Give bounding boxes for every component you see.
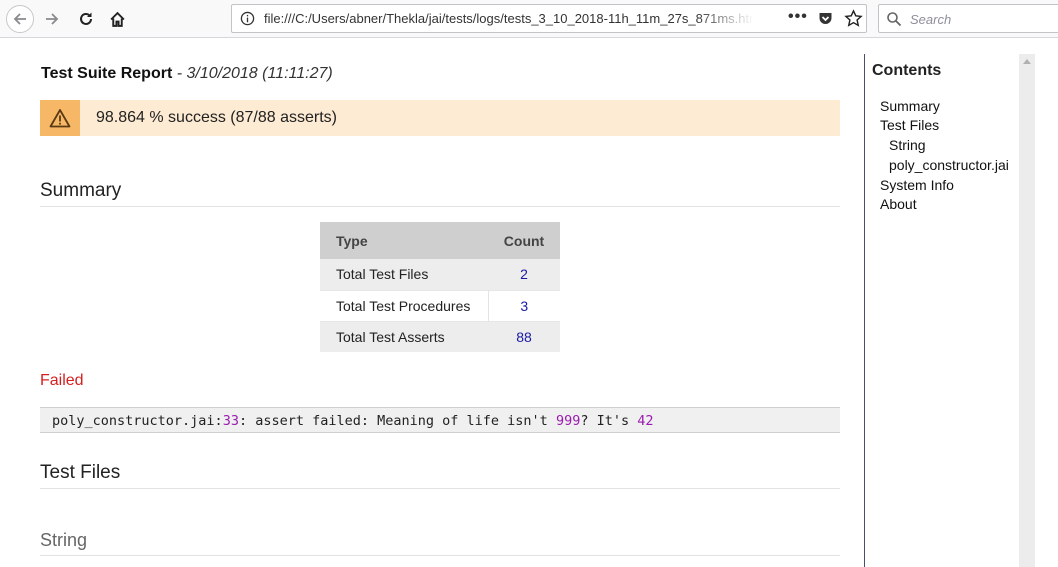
summary-heading: Summary xyxy=(40,180,840,207)
assert-file: poly_constructor.jai: xyxy=(52,413,223,429)
failed-assert-box: poly_constructor.jai:33: assert failed: … xyxy=(40,407,840,433)
url-bar[interactable]: file:///C:/Users/abner/Thekla/jai/tests/… xyxy=(231,4,867,33)
failed-assert-message: poly_constructor.jai:33: assert failed: … xyxy=(52,413,654,429)
assert-message: : assert failed: Meaning of life isn't xyxy=(238,413,556,429)
home-icon xyxy=(109,11,125,27)
string-heading: String xyxy=(40,530,840,556)
toc-link-string[interactable]: String xyxy=(889,137,926,153)
pocket-icon[interactable] xyxy=(817,11,834,27)
warning-icon-box xyxy=(40,100,80,136)
row-count: 88 xyxy=(488,321,560,352)
search-bar[interactable]: Search xyxy=(878,4,1058,33)
home-button[interactable] xyxy=(103,5,131,33)
info-icon[interactable] xyxy=(240,11,255,26)
failed-label: Failed xyxy=(40,372,84,389)
forward-button[interactable] xyxy=(38,5,66,33)
forward-arrow-icon xyxy=(46,13,59,25)
reload-button[interactable] xyxy=(72,5,100,33)
reload-icon xyxy=(80,12,92,25)
toc-link-poly-constructor[interactable]: poly_constructor.jai xyxy=(889,157,1009,173)
toc-link-test-files[interactable]: Test Files xyxy=(880,117,939,133)
search-icon xyxy=(887,12,902,27)
browser-toolbar: file:///C:/Users/abner/Thekla/jai/tests/… xyxy=(0,0,1058,38)
back-button[interactable] xyxy=(6,5,34,33)
table-row: Total Test Asserts 88 xyxy=(320,321,560,352)
assert-middle-text: ? It's xyxy=(580,413,638,429)
toc-link-about[interactable]: About xyxy=(880,196,917,212)
row-type: Total Test Procedures xyxy=(320,289,489,322)
test-files-heading: Test Files xyxy=(40,462,840,489)
scroll-up-arrow-icon[interactable] xyxy=(1023,59,1031,64)
row-type: Total Test Files xyxy=(320,259,488,290)
report-separator: - xyxy=(172,65,187,82)
scrollbar[interactable] xyxy=(1019,54,1035,567)
star-icon[interactable] xyxy=(844,9,863,28)
row-type: Total Test Asserts xyxy=(320,321,488,352)
warning-icon xyxy=(49,109,71,128)
report-title: Test Suite Report xyxy=(41,65,173,82)
url-text[interactable]: file:///C:/Users/abner/Thekla/jai/tests/… xyxy=(264,11,754,26)
assert-line-number: 33 xyxy=(222,413,239,429)
page-title: Test Suite Report - 3/10/2018 (11:11:27) xyxy=(41,65,333,83)
toc-link-system-info[interactable]: System Info xyxy=(880,177,954,193)
assert-actual-value: 42 xyxy=(637,413,654,429)
column-header-count: Count xyxy=(488,222,560,259)
success-banner: 98.864 % success (87/88 asserts) xyxy=(40,100,840,136)
search-placeholder[interactable]: Search xyxy=(910,12,951,27)
table-row: Total Test Files 2 xyxy=(320,259,560,290)
assert-expected-value: 999 xyxy=(555,413,581,429)
contents-sidebar: Contents Summary Test Files String poly_… xyxy=(864,54,1019,567)
page-actions-button[interactable]: ••• xyxy=(788,8,808,26)
row-count: 3 xyxy=(488,289,560,322)
table-header-row: Type Count xyxy=(320,222,560,259)
back-arrow-icon xyxy=(13,13,26,25)
contents-title: Contents xyxy=(872,62,942,79)
table-row: Total Test Procedures 3 xyxy=(320,289,560,322)
toc-link-summary[interactable]: Summary xyxy=(880,98,940,114)
row-count: 2 xyxy=(488,259,560,290)
summary-table: Type Count Total Test Files 2 Total Test… xyxy=(320,222,560,352)
success-rate-text: 98.864 % success (87/88 asserts) xyxy=(96,109,338,126)
report-date: 3/10/2018 (11:11:27) xyxy=(186,65,333,82)
column-header-type: Type xyxy=(320,222,488,259)
